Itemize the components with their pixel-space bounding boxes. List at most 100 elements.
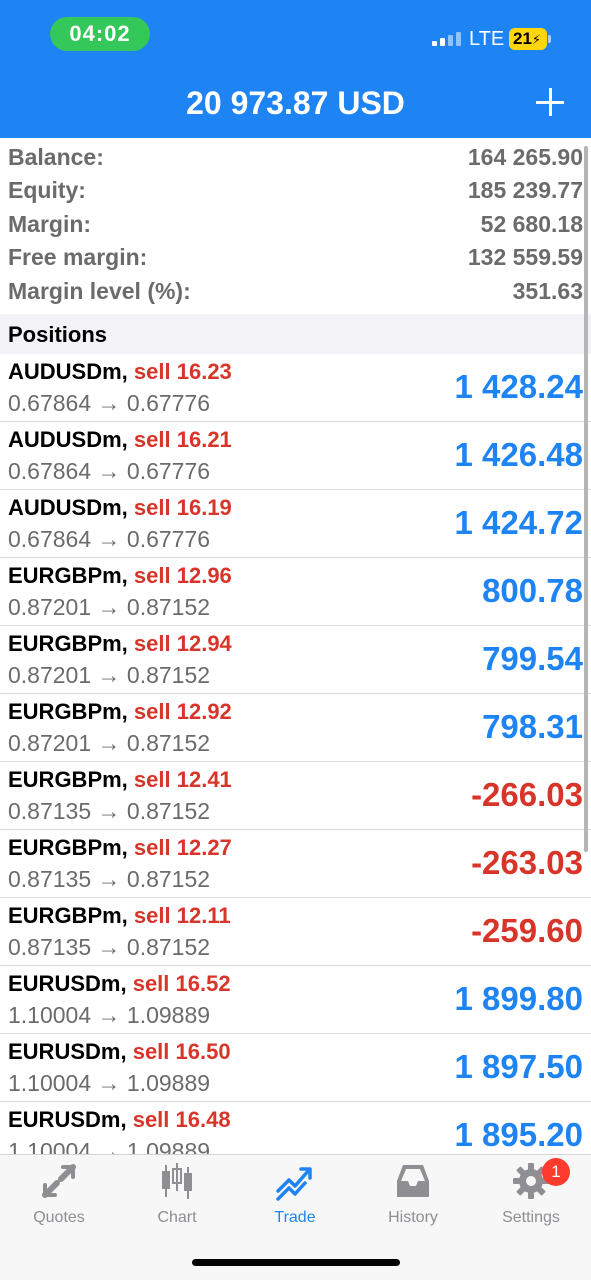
tab-trade[interactable]: Trade: [236, 1161, 354, 1241]
battery-icon: 21⚡: [509, 28, 551, 50]
position-symbol: EURUSDm,: [8, 1039, 127, 1064]
trade-trend-icon: [276, 1167, 312, 1201]
position-row[interactable]: EURUSDm, sell 16.50 1.10004 → 1.09889 1 …: [0, 1034, 591, 1102]
position-prices: 1.10004 → 1.09889: [8, 1070, 211, 1096]
position-profit: 1 428.24: [454, 368, 583, 405]
tab-history[interactable]: History: [354, 1161, 472, 1241]
position-type: sell 12.94: [133, 631, 232, 656]
position-symbol: EURGBPm,: [8, 903, 128, 928]
position-row[interactable]: EURUSDm, sell 16.52 1.10004 → 1.09889 1 …: [0, 966, 591, 1034]
position-type: sell 16.23: [133, 359, 232, 384]
position-profit: -263.03: [471, 844, 583, 881]
position-prices: 0.87135 → 0.87152: [8, 866, 211, 892]
app-header: 04:02 LTE 21⚡ 20 973.87 USD: [0, 0, 591, 138]
summary-row-equity: Equity: 185 239.77: [8, 173, 583, 206]
positions-list[interactable]: AUDUSDm, sell 16.23 0.67864 → 0.67776 1 …: [0, 354, 591, 1154]
position-symbol: EURGBPm,: [8, 767, 128, 792]
position-type: sell 16.50: [132, 1039, 231, 1064]
position-profit: 1 426.48: [454, 436, 583, 473]
account-summary: Balance: 164 265.90 Equity: 185 239.77 M…: [0, 140, 591, 314]
position-row[interactable]: EURUSDm, sell 16.48 1.10004 → 1.09889 1 …: [0, 1102, 591, 1154]
position-prices: 0.87201 → 0.87152: [8, 594, 211, 620]
position-symbol: AUDUSDm,: [8, 495, 128, 520]
position-symbol: AUDUSDm,: [8, 427, 128, 452]
position-symbol: EURGBPm,: [8, 563, 128, 588]
tab-label: History: [388, 1209, 438, 1226]
positions-section-header: Positions: [0, 314, 591, 354]
tab-label: Settings: [502, 1209, 560, 1226]
summary-label: Margin:: [8, 211, 92, 237]
tab-chart[interactable]: Chart: [118, 1161, 236, 1241]
summary-value: 351.63: [512, 278, 583, 304]
position-type: sell 12.27: [133, 835, 232, 860]
tab-label: Trade: [274, 1209, 316, 1226]
battery-level: 21: [513, 29, 532, 48]
summary-value: 132 559.59: [467, 244, 583, 270]
position-profit: 1 897.50: [454, 1048, 583, 1085]
position-type: sell 12.96: [133, 563, 232, 588]
position-type: sell 12.92: [133, 699, 232, 724]
position-prices: 1.10004 → 1.09889: [8, 1138, 211, 1154]
position-type: sell 12.11: [133, 903, 231, 928]
tab-label: Chart: [157, 1209, 197, 1226]
position-row[interactable]: EURGBPm, sell 12.27 0.87135 → 0.87152 -2…: [0, 830, 591, 898]
position-symbol: EURUSDm,: [8, 971, 127, 996]
position-type: sell 12.41: [133, 767, 232, 792]
home-indicator[interactable]: [192, 1259, 400, 1266]
position-profit: 799.54: [482, 640, 583, 677]
scrollbar[interactable]: [584, 146, 588, 852]
quotes-icon: [42, 1164, 76, 1198]
position-prices: 0.87201 → 0.87152: [8, 662, 211, 688]
tab-label: Quotes: [33, 1209, 85, 1226]
position-profit: 798.31: [482, 708, 583, 745]
position-profit: 1 895.20: [454, 1116, 583, 1153]
position-prices: 0.67864 → 0.67776: [8, 458, 211, 484]
position-row[interactable]: EURGBPm, sell 12.94 0.87201 → 0.87152 79…: [0, 626, 591, 694]
status-time: 04:02: [50, 17, 150, 51]
summary-value: 164 265.90: [467, 144, 583, 170]
position-row[interactable]: AUDUSDm, sell 16.19 0.67864 → 0.67776 1 …: [0, 490, 591, 558]
summary-label: Equity:: [8, 177, 86, 203]
position-type: sell 16.19: [133, 495, 232, 520]
position-type: sell 16.52: [132, 971, 231, 996]
candlestick-chart-icon: [162, 1163, 192, 1199]
position-type: sell 16.48: [132, 1107, 231, 1132]
account-equity-title: 20 973.87 USD: [186, 85, 405, 121]
position-prices: 1.10004 → 1.09889: [8, 1002, 211, 1028]
position-row[interactable]: AUDUSDm, sell 16.23 0.67864 → 0.67776 1 …: [0, 354, 591, 422]
position-symbol: EURGBPm,: [8, 699, 128, 724]
cellular-signal-icon: [432, 32, 462, 46]
summary-label: Balance:: [8, 144, 104, 170]
summary-row-margin: Margin: 52 680.18: [8, 207, 583, 240]
position-symbol: EURGBPm,: [8, 835, 128, 860]
history-inbox-icon: [397, 1165, 429, 1197]
position-row[interactable]: EURGBPm, sell 12.11 0.87135 → 0.87152 -2…: [0, 898, 591, 966]
section-title: Positions: [8, 322, 108, 347]
summary-row-margin-level: Margin level (%): 351.63: [8, 274, 583, 307]
position-symbol: AUDUSDm,: [8, 359, 128, 384]
position-prices: 0.87135 → 0.87152: [8, 798, 211, 824]
summary-label: Free margin:: [8, 244, 148, 270]
summary-label: Margin level (%):: [8, 278, 191, 304]
tab-quotes[interactable]: Quotes: [0, 1161, 118, 1241]
plus-icon[interactable]: [530, 82, 570, 122]
position-symbol: EURGBPm,: [8, 631, 128, 656]
summary-row-free-margin: Free margin: 132 559.59: [8, 240, 583, 273]
position-prices: 0.67864 → 0.67776: [8, 526, 211, 552]
position-profit: 1 899.80: [454, 980, 583, 1017]
position-prices: 0.87201 → 0.87152: [8, 730, 211, 756]
position-profit: 1 424.72: [454, 504, 583, 541]
tab-settings[interactable]: Settings: [472, 1161, 590, 1241]
position-row[interactable]: EURGBPm, sell 12.96 0.87201 → 0.87152 80…: [0, 558, 591, 626]
position-row[interactable]: EURGBPm, sell 12.92 0.87201 → 0.87152 79…: [0, 694, 591, 762]
position-profit: -266.03: [471, 776, 583, 813]
position-prices: 0.67864 → 0.67776: [8, 390, 211, 416]
position-row[interactable]: AUDUSDm, sell 16.21 0.67864 → 0.67776 1 …: [0, 422, 591, 490]
position-row[interactable]: EURGBPm, sell 12.41 0.87135 → 0.87152 -2…: [0, 762, 591, 830]
position-profit: 800.78: [482, 572, 583, 609]
summary-row-balance: Balance: 164 265.90: [8, 140, 583, 173]
position-symbol: EURUSDm,: [8, 1107, 127, 1132]
summary-value: 185 239.77: [467, 177, 583, 203]
position-prices: 0.87135 → 0.87152: [8, 934, 211, 960]
position-type: sell 16.21: [133, 427, 232, 452]
